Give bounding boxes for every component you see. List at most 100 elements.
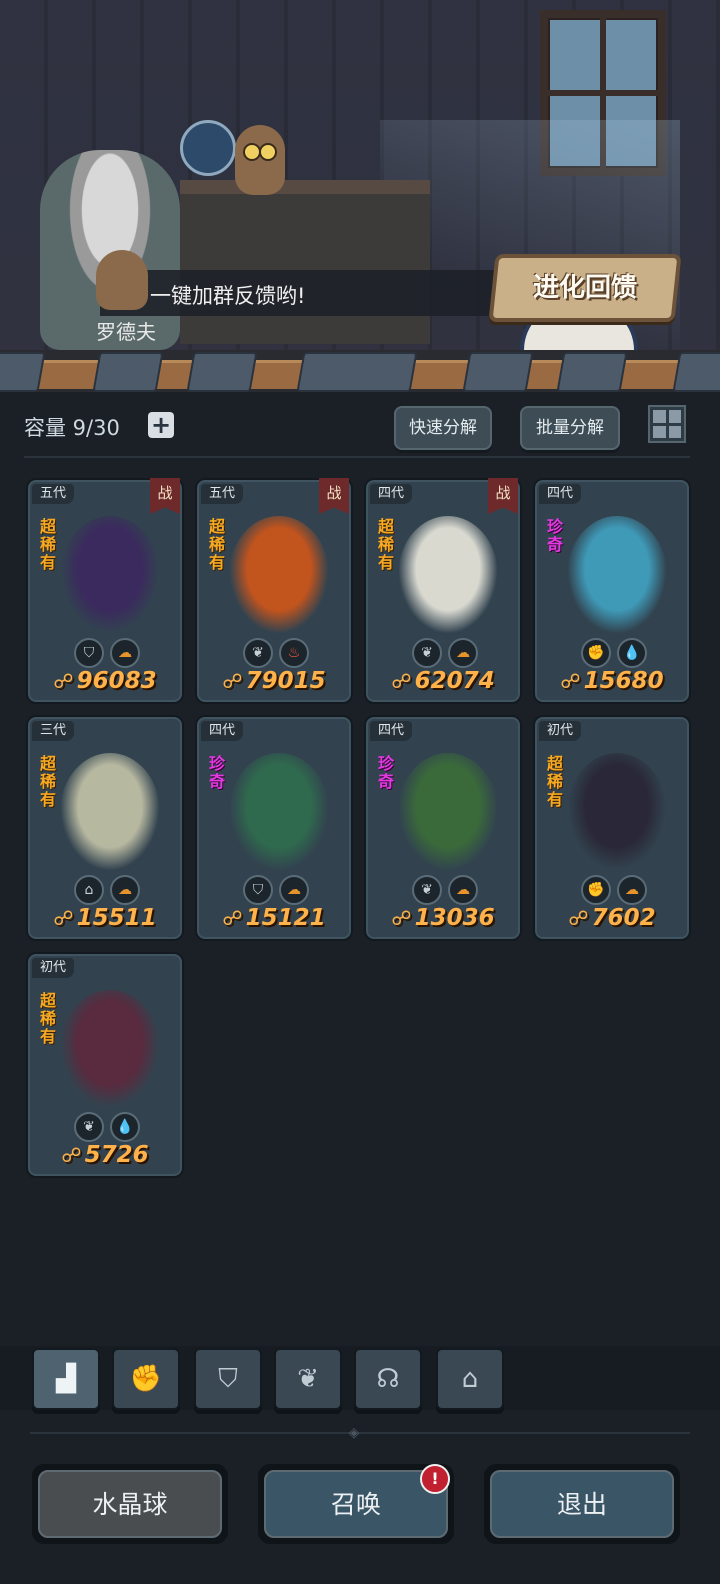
power-number: 7602 xyxy=(591,905,656,931)
creature-card[interactable]: 五代战超稀有 ⛉ ☁ ☍ 96083 xyxy=(26,478,184,704)
creature-portrait xyxy=(398,516,498,634)
grid-view-icon[interactable] xyxy=(648,405,686,443)
battle-tag: 战 xyxy=(319,478,349,514)
earth-icon: ☁ xyxy=(448,638,478,668)
rail-stone xyxy=(462,352,534,392)
dialog-bubble[interactable]: 一键加群反馈哟! xyxy=(96,250,500,316)
rarity-label: 超稀有 xyxy=(377,517,394,572)
filter-fist-tab[interactable]: ✊ xyxy=(112,1348,180,1410)
rarity-label: 超稀有 xyxy=(39,754,56,809)
battle-tag: 战 xyxy=(488,478,518,514)
evolution-feedback-button[interactable]: 进化回馈 xyxy=(488,254,682,322)
fist-icon: ✊ xyxy=(581,875,611,905)
tower-icon: ⌂ xyxy=(74,875,104,905)
shield-icon: ⛉ xyxy=(74,638,104,668)
quick-decompose-button[interactable]: 快速分解 xyxy=(394,406,492,450)
power-icon: ☍ xyxy=(391,669,412,693)
rarity-label: 超稀有 xyxy=(208,517,225,572)
power-number: 96083 xyxy=(76,668,157,694)
owl-character xyxy=(235,125,285,195)
power-value: ☍ 7602 xyxy=(535,905,689,931)
crystal-ball-label: 水晶球 xyxy=(38,1470,222,1538)
dialog-text: 一键加群反馈哟! xyxy=(150,284,306,308)
generation-label: 四代 xyxy=(370,721,413,741)
divider xyxy=(24,456,690,458)
power-value: ☍ 15680 xyxy=(535,668,689,694)
capacity-label: 容量 9/30 xyxy=(24,416,120,440)
power-icon: ☍ xyxy=(391,906,412,930)
creature-portrait xyxy=(567,753,667,871)
sprout-icon: ❦ xyxy=(243,638,273,668)
creature-portrait xyxy=(60,516,160,634)
crystal-ball-button[interactable]: 水晶球 xyxy=(32,1464,228,1544)
alien-icon: ☊ xyxy=(376,1364,400,1394)
power-value: ☍ 79015 xyxy=(197,668,351,694)
power-icon: ☍ xyxy=(560,669,581,693)
alert-badge: ! xyxy=(420,1464,450,1494)
creature-card[interactable]: 初代 超稀有 ❦ 💧 ☍ 5726 xyxy=(26,952,184,1178)
creature-portrait xyxy=(60,990,160,1108)
power-value: ☍ 96083 xyxy=(28,668,182,694)
creature-portrait xyxy=(567,516,667,634)
tower-icon: ⌂ xyxy=(461,1364,479,1394)
rail-stone xyxy=(92,352,164,392)
filter-alien-tab[interactable]: ☊ xyxy=(354,1348,422,1410)
power-icon: ☍ xyxy=(61,1143,82,1167)
globe-illustration xyxy=(180,120,236,176)
rarity-label: 超稀有 xyxy=(39,991,56,1046)
earth-icon: ☁ xyxy=(110,875,140,905)
power-number: 15680 xyxy=(583,668,664,694)
batch-decompose-button[interactable]: 批量分解 xyxy=(520,406,620,450)
creature-card[interactable]: 四代 珍奇 ✊ 💧 ☍ 15680 xyxy=(533,478,691,704)
sprout-icon: ❦ xyxy=(412,638,442,668)
power-number: 62074 xyxy=(414,668,495,694)
earth-icon: ☁ xyxy=(448,875,478,905)
rail-stone xyxy=(672,352,720,392)
owl-avatar xyxy=(96,250,148,310)
fist-icon: ✊ xyxy=(581,638,611,668)
power-number: 5726 xyxy=(84,1142,149,1168)
water-icon: 💧 xyxy=(110,1112,140,1142)
earth-icon: ☁ xyxy=(279,875,309,905)
rail-stone xyxy=(296,352,418,392)
rarity-label: 珍奇 xyxy=(208,754,225,791)
creature-card[interactable]: 五代战超稀有 ❦ ♨ ☍ 79015 xyxy=(195,478,353,704)
rail-stone xyxy=(556,352,628,392)
creature-card[interactable]: 四代战超稀有 ❦ ☁ ☍ 62074 xyxy=(364,478,522,704)
power-icon: ☍ xyxy=(222,669,243,693)
filter-sprout-tab[interactable]: ❦ xyxy=(274,1348,342,1410)
fire-icon: ♨ xyxy=(279,638,309,668)
divider-ornament: ◈ xyxy=(348,1425,360,1441)
power-value: ☍ 15511 xyxy=(28,905,182,931)
generation-label: 初代 xyxy=(32,958,75,978)
creature-card[interactable]: 四代 珍奇 ❦ ☁ ☍ 13036 xyxy=(364,715,522,941)
filter-all-tab[interactable]: ▟ xyxy=(32,1348,100,1410)
rail-stone xyxy=(186,352,258,392)
desk-illustration xyxy=(180,180,430,344)
earth-icon: ☁ xyxy=(617,875,647,905)
creature-portrait xyxy=(229,753,329,871)
earth-icon: ☁ xyxy=(110,638,140,668)
creature-card[interactable]: 三代 超稀有 ⌂ ☁ ☍ 15511 xyxy=(26,715,184,941)
expand-capacity-button[interactable]: + xyxy=(148,412,174,438)
shield-icon: ⛉ xyxy=(243,875,273,905)
creature-card[interactable]: 初代 超稀有 ✊ ☁ ☍ 7602 xyxy=(533,715,691,941)
power-value: ☍ 5726 xyxy=(28,1142,182,1168)
generation-label: 五代 xyxy=(32,484,75,504)
generation-label: 四代 xyxy=(539,484,582,504)
summon-button[interactable]: 召唤! xyxy=(258,1464,454,1544)
filter-shield-tab[interactable]: ⛉ xyxy=(194,1348,262,1410)
power-number: 13036 xyxy=(414,905,495,931)
fist-icon: ✊ xyxy=(129,1364,163,1394)
exit-button[interactable]: 退出 xyxy=(484,1464,680,1544)
creature-card[interactable]: 四代 珍奇 ⛉ ☁ ☍ 15121 xyxy=(195,715,353,941)
rarity-label: 超稀有 xyxy=(39,517,56,572)
creature-portrait xyxy=(60,753,160,871)
power-value: ☍ 13036 xyxy=(366,905,520,931)
creature-portrait xyxy=(229,516,329,634)
filter-tower-tab[interactable]: ⌂ xyxy=(436,1348,504,1410)
water-icon: 💧 xyxy=(617,638,647,668)
rarity-label: 珍奇 xyxy=(377,754,394,791)
generation-label: 四代 xyxy=(201,721,244,741)
exit-label: 退出 xyxy=(490,1470,674,1538)
